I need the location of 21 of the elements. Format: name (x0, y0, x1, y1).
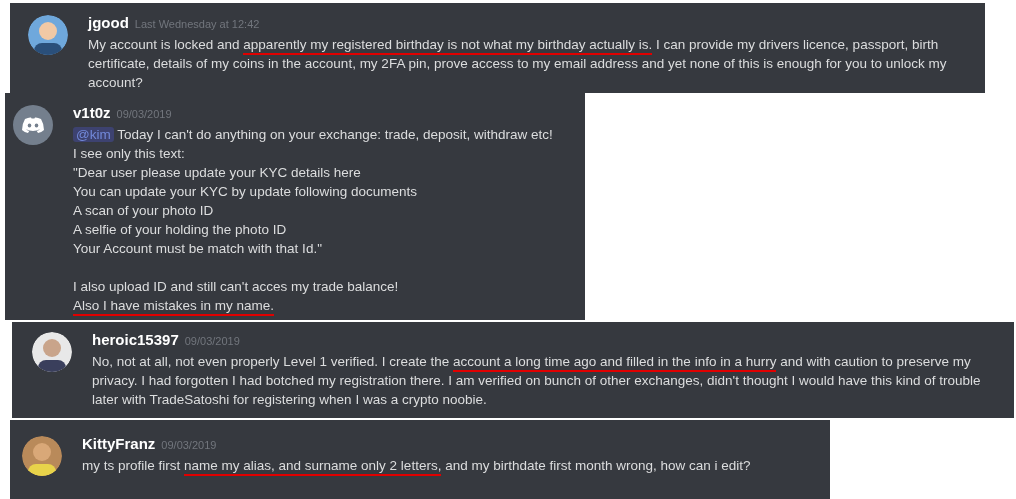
username[interactable]: KittyFranz (82, 433, 156, 456)
timestamp: 09/03/2019 (184, 334, 240, 349)
timestamp: Last Wednesday at 12:42 (134, 17, 260, 32)
message-text: Your Account must be match with that Id." (73, 239, 323, 258)
message-text: my ts profile first name my alias, and surname only 2 letters, and my birthdate first month wrong, how can i edit? (82, 455, 751, 475)
timestamp: 09/03/2019 (161, 438, 217, 453)
message-text: A selfie of your holding the photo ID (73, 220, 288, 239)
message-text: You can update your KYC by update following documents (73, 182, 418, 201)
username[interactable]: jgood (88, 12, 129, 35)
username[interactable]: heroic15397 (92, 329, 179, 352)
message-text: Also I have mistakes in my name. (73, 295, 553, 315)
timestamp: 09/03/2019 (116, 107, 172, 122)
message-text: "Dear user please update your KYC details here (73, 163, 362, 182)
message-text: @kim Today I can't do anything on your exchange: trade, deposit, withdraw etc! (73, 124, 553, 144)
discord-logo-avatar (13, 105, 53, 145)
message-text: My account is locked and apparently my registered birthday is not what my birthday actually is. I can provide my drivers licence, passport, birth certificate, details of my coins in the account, my 2FA pin, prove access to my email address and yet none of this is enough for you to unlock my account? (88, 35, 948, 92)
message-text: I see only this text: (73, 144, 186, 163)
message-text: A scan of your photo ID (73, 201, 215, 220)
message-text: No, not at all, not even properly Level 1 verified. I create the account a long time ago and filled in the info in a hurry and with caution to preserve my privacy. I had forgotten I had botched my registration there. I am verified on bunch of other exchanges, didn't thought I would have this kind of trouble later with TradeSatoshi for registering when I was a crypto noobie. (92, 352, 982, 409)
username[interactable]: v1t0z (73, 102, 111, 125)
message-text: I also upload ID and still can't acces my trade balance! (73, 277, 400, 296)
